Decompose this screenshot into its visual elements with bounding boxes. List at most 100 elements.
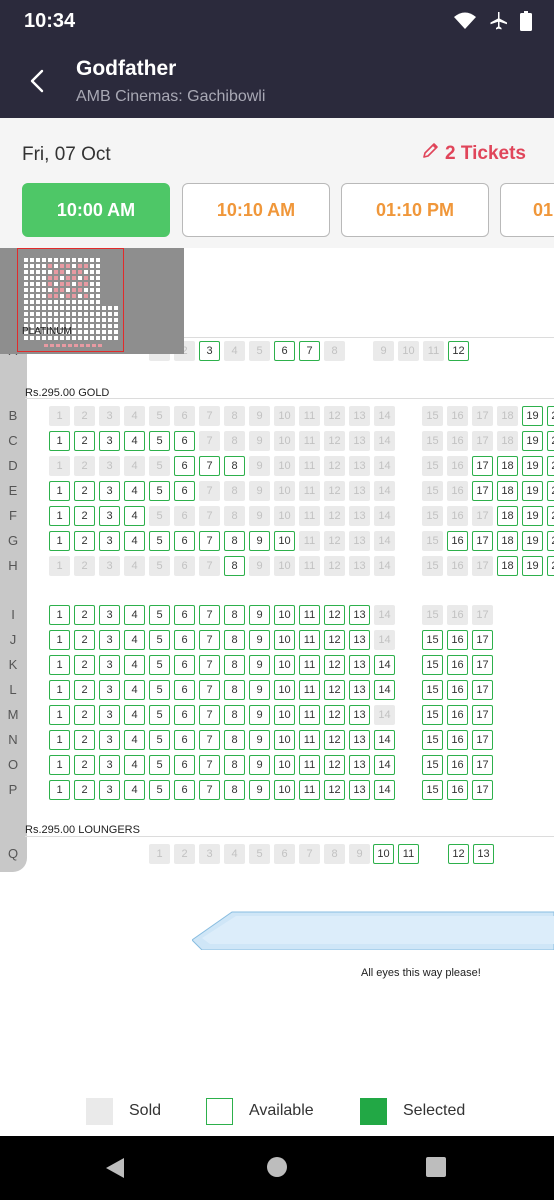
seat-layout[interactable]: Rs.295.00 GOLD Rs.295.00 LOUNGERS A12345…	[0, 248, 554, 1086]
seat-i-8[interactable]: 8	[224, 605, 245, 625]
seat-e-2[interactable]: 2	[74, 481, 95, 501]
seat-d-18[interactable]: 18	[497, 456, 518, 476]
seat-o-9[interactable]: 9	[249, 755, 270, 775]
seat-h-18[interactable]: 18	[497, 556, 518, 576]
seat-n-15[interactable]: 15	[422, 730, 443, 750]
seat-n-16[interactable]: 16	[447, 730, 468, 750]
seat-m-4[interactable]: 4	[124, 705, 145, 725]
seat-k-2[interactable]: 2	[74, 655, 95, 675]
seat-p-14[interactable]: 14	[374, 780, 395, 800]
seat-j-10[interactable]: 10	[274, 630, 295, 650]
seat-m-15[interactable]: 15	[422, 705, 443, 725]
seat-i-7[interactable]: 7	[199, 605, 220, 625]
seat-k-15[interactable]: 15	[422, 655, 443, 675]
seat-l-5[interactable]: 5	[149, 680, 170, 700]
nav-recents-button[interactable]	[425, 1156, 447, 1183]
seat-o-8[interactable]: 8	[224, 755, 245, 775]
seat-n-3[interactable]: 3	[99, 730, 120, 750]
seat-o-2[interactable]: 2	[74, 755, 95, 775]
seat-n-4[interactable]: 4	[124, 730, 145, 750]
seat-c-2[interactable]: 2	[74, 431, 95, 451]
seat-q-12[interactable]: 12	[448, 844, 469, 864]
seat-g-18[interactable]: 18	[497, 531, 518, 551]
seat-m-9[interactable]: 9	[249, 705, 270, 725]
seat-e-1[interactable]: 1	[49, 481, 70, 501]
seat-m-17[interactable]: 17	[472, 705, 493, 725]
seat-n-14[interactable]: 14	[374, 730, 395, 750]
seat-m-5[interactable]: 5	[149, 705, 170, 725]
seat-i-11[interactable]: 11	[299, 605, 320, 625]
seat-f-19[interactable]: 19	[522, 506, 543, 526]
seat-l-12[interactable]: 12	[324, 680, 345, 700]
seat-h-19[interactable]: 19	[522, 556, 543, 576]
seat-c-19[interactable]: 19	[522, 431, 543, 451]
seat-e-19[interactable]: 19	[522, 481, 543, 501]
seat-g-3[interactable]: 3	[99, 531, 120, 551]
seat-d-19[interactable]: 19	[522, 456, 543, 476]
seat-l-11[interactable]: 11	[299, 680, 320, 700]
seat-o-17[interactable]: 17	[472, 755, 493, 775]
nav-back-button[interactable]	[104, 1156, 128, 1185]
seat-c-5[interactable]: 5	[149, 431, 170, 451]
seat-b-19[interactable]: 19	[522, 406, 543, 426]
seat-o-4[interactable]: 4	[124, 755, 145, 775]
seat-l-16[interactable]: 16	[447, 680, 468, 700]
seat-d-17[interactable]: 17	[472, 456, 493, 476]
seat-k-3[interactable]: 3	[99, 655, 120, 675]
seat-l-8[interactable]: 8	[224, 680, 245, 700]
seat-m-6[interactable]: 6	[174, 705, 195, 725]
seat-k-9[interactable]: 9	[249, 655, 270, 675]
seat-l-15[interactable]: 15	[422, 680, 443, 700]
seat-p-3[interactable]: 3	[99, 780, 120, 800]
seat-m-1[interactable]: 1	[49, 705, 70, 725]
seat-p-15[interactable]: 15	[422, 780, 443, 800]
seat-p-16[interactable]: 16	[447, 780, 468, 800]
seat-f-18[interactable]: 18	[497, 506, 518, 526]
seat-j-7[interactable]: 7	[199, 630, 220, 650]
seat-h-8[interactable]: 8	[224, 556, 245, 576]
seat-i-10[interactable]: 10	[274, 605, 295, 625]
seat-j-3[interactable]: 3	[99, 630, 120, 650]
seat-o-12[interactable]: 12	[324, 755, 345, 775]
seat-p-1[interactable]: 1	[49, 780, 70, 800]
seat-i-12[interactable]: 12	[324, 605, 345, 625]
seat-p-13[interactable]: 13	[349, 780, 370, 800]
seat-m-16[interactable]: 16	[447, 705, 468, 725]
seat-g-19[interactable]: 19	[522, 531, 543, 551]
seat-n-9[interactable]: 9	[249, 730, 270, 750]
seat-c-3[interactable]: 3	[99, 431, 120, 451]
seat-l-3[interactable]: 3	[99, 680, 120, 700]
seat-d-6[interactable]: 6	[174, 456, 195, 476]
seat-l-7[interactable]: 7	[199, 680, 220, 700]
seat-j-15[interactable]: 15	[422, 630, 443, 650]
seat-j-4[interactable]: 4	[124, 630, 145, 650]
seat-p-5[interactable]: 5	[149, 780, 170, 800]
seat-n-5[interactable]: 5	[149, 730, 170, 750]
seat-k-10[interactable]: 10	[274, 655, 295, 675]
seat-c-6[interactable]: 6	[174, 431, 195, 451]
seat-g-20[interactable]: 20	[547, 531, 554, 551]
seat-e-5[interactable]: 5	[149, 481, 170, 501]
ticket-count-button[interactable]: 2 Tickets	[422, 142, 526, 165]
seat-g-16[interactable]: 16	[447, 531, 468, 551]
seat-e-18[interactable]: 18	[497, 481, 518, 501]
seat-d-7[interactable]: 7	[199, 456, 220, 476]
seat-q-11[interactable]: 11	[398, 844, 419, 864]
seat-n-12[interactable]: 12	[324, 730, 345, 750]
seat-g-2[interactable]: 2	[74, 531, 95, 551]
seat-f-2[interactable]: 2	[74, 506, 95, 526]
seat-k-16[interactable]: 16	[447, 655, 468, 675]
seat-p-2[interactable]: 2	[74, 780, 95, 800]
seat-d-20[interactable]: 20	[547, 456, 554, 476]
seat-j-9[interactable]: 9	[249, 630, 270, 650]
seat-l-2[interactable]: 2	[74, 680, 95, 700]
seat-l-13[interactable]: 13	[349, 680, 370, 700]
seat-o-13[interactable]: 13	[349, 755, 370, 775]
seat-l-9[interactable]: 9	[249, 680, 270, 700]
seat-c-20[interactable]: 20	[547, 431, 554, 451]
showtime-button-4[interactable]: 01	[500, 183, 554, 237]
seat-i-2[interactable]: 2	[74, 605, 95, 625]
seat-f-1[interactable]: 1	[49, 506, 70, 526]
seat-n-8[interactable]: 8	[224, 730, 245, 750]
seat-p-4[interactable]: 4	[124, 780, 145, 800]
